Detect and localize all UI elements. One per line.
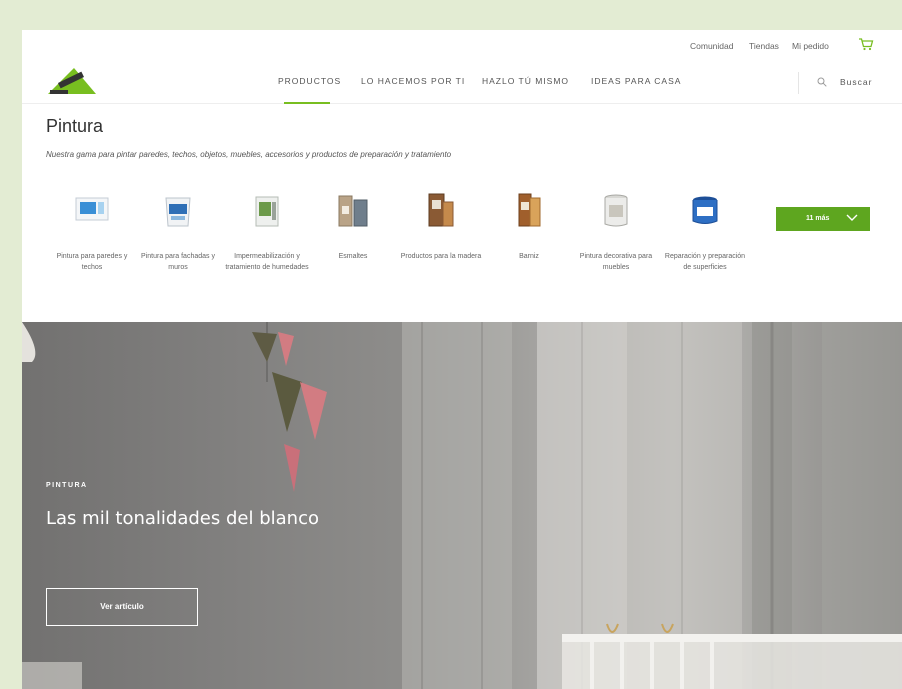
category-label: Pintura para fachadas y muros	[141, 253, 215, 271]
paint-bucket-product-icon	[165, 197, 191, 227]
page: Comunidad Tiendas Mi pedido PRODUCTOS LO…	[22, 30, 902, 689]
stores-link[interactable]: Tiendas	[749, 41, 779, 51]
chevron-down-icon	[846, 214, 858, 221]
active-nav-indicator	[284, 102, 330, 104]
cart-icon[interactable]	[858, 37, 874, 51]
nav-productos[interactable]: PRODUCTOS	[278, 76, 341, 86]
category-label: Impermeabilización y tratamiento de hume…	[225, 253, 309, 271]
leroy-merlin-logo-icon[interactable]	[44, 64, 98, 100]
hero-title: Las mil tonalidades del blanco	[46, 508, 319, 529]
my-order-link[interactable]: Mi pedido	[792, 41, 829, 51]
more-categories-button[interactable]: 11 más	[776, 207, 870, 231]
hero-eyebrow: PINTURA	[46, 482, 88, 489]
surface-repair-product-icon	[692, 196, 718, 224]
category-label: Productos para la madera	[400, 253, 482, 260]
waterproofing-product-icon	[255, 196, 279, 227]
category-item[interactable]: Esmaltes	[311, 188, 395, 262]
enamel-product-icon	[338, 195, 368, 227]
varnish-product-icon	[518, 193, 541, 227]
search-button[interactable]: Buscar	[840, 77, 872, 87]
nav-lo-hacemos-por-ti[interactable]: LO HACEMOS POR TI	[361, 76, 465, 86]
paint-can-product-icon	[75, 197, 109, 221]
hero-banner: PINTURA Las mil tonalidades del blanco V…	[22, 322, 902, 689]
utility-bar: Comunidad Tiendas Mi pedido	[22, 30, 902, 60]
category-item[interactable]: Barniz	[487, 188, 571, 262]
more-categories-label: 11 más	[806, 215, 830, 222]
category-label: Barniz	[519, 253, 539, 260]
decorative-paint-product-icon	[604, 194, 628, 227]
page-title: Pintura	[46, 116, 104, 136]
category-item[interactable]: Pintura para fachadas y muros	[136, 188, 220, 273]
category-label: Esmaltes	[338, 253, 368, 260]
hero-background-image	[22, 322, 902, 689]
category-item[interactable]: Pintura decorativa para muebles	[574, 188, 658, 273]
category-label: Reparación y preparación de superficies	[664, 253, 746, 271]
main-header: PRODUCTOS LO HACEMOS POR TI HAZLO TÚ MIS…	[22, 60, 902, 104]
category-item[interactable]: Reparación y preparación de superficies	[663, 188, 747, 273]
page-subtitle: Nuestra gama para pintar paredes, techos…	[46, 150, 452, 159]
category-item[interactable]: Pintura para paredes y techos	[50, 188, 134, 273]
category-label: Pintura para paredes y techos	[56, 253, 128, 271]
search-icon[interactable]	[817, 77, 827, 87]
nav-ideas-para-casa[interactable]: IDEAS PARA CASA	[591, 76, 681, 86]
community-link[interactable]: Comunidad	[690, 41, 733, 51]
category-item[interactable]: Impermeabilización y tratamiento de hume…	[225, 188, 309, 273]
nav-hazlo-tu-mismo[interactable]: HAZLO TÚ MISMO	[482, 76, 569, 86]
category-label: Pintura decorativa para muebles	[579, 253, 653, 271]
wood-product-icon	[428, 193, 454, 227]
category-item[interactable]: Productos para la madera	[399, 188, 483, 262]
search-divider	[798, 72, 799, 94]
view-article-button[interactable]: Ver artículo	[46, 588, 198, 626]
